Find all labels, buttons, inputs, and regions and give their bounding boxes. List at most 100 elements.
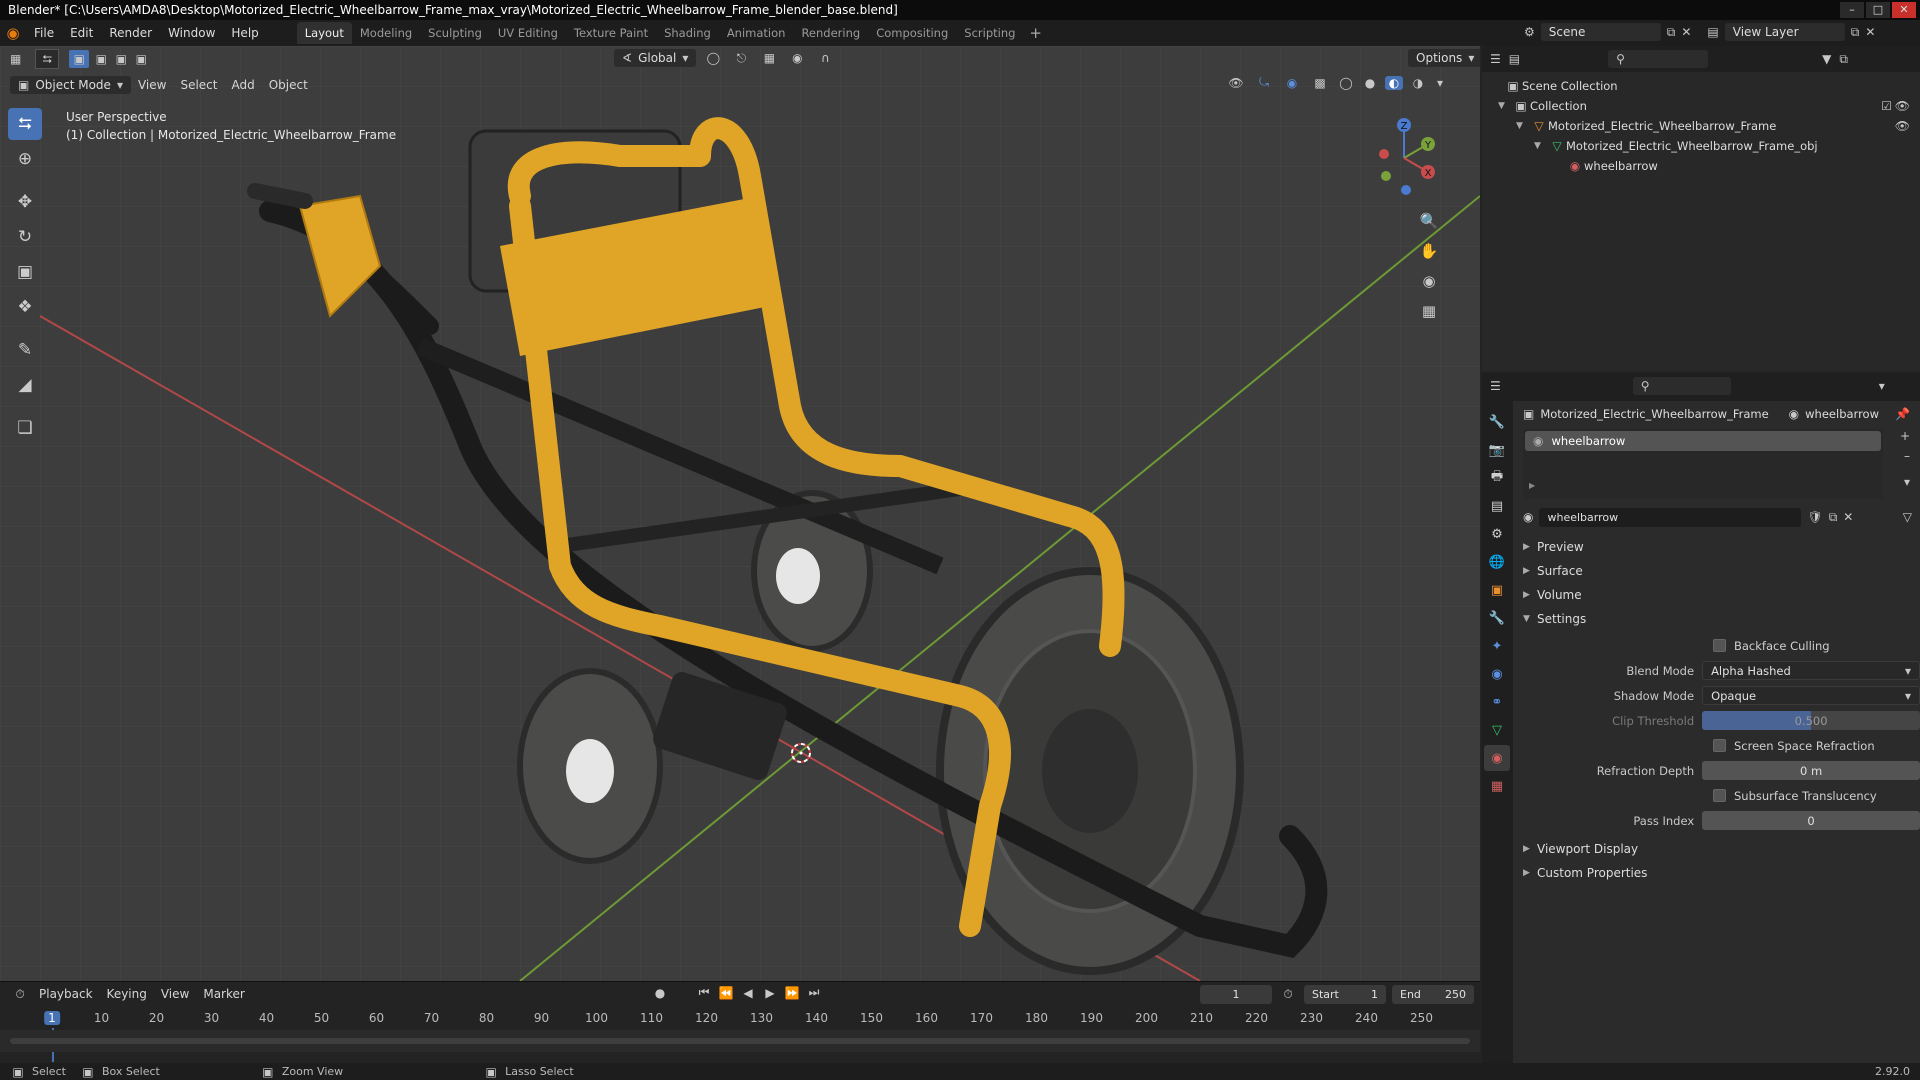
record-icon[interactable]: ● [650,986,670,1000]
menu-window[interactable]: Window [160,20,223,46]
pass-index-field[interactable]: 0 [1702,811,1920,830]
outliner-row-mesh[interactable]: ▼ ▽ Motorized_Electric_Wheelbarrow_Frame… [1482,136,1920,156]
panel-viewport-display[interactable]: ▶ Viewport Display [1513,837,1920,861]
jump-start-icon[interactable]: ⏮ [696,985,712,1000]
transform-orientation-selector[interactable]: ∢ Global ▾ [614,49,697,67]
menu-file[interactable]: File [26,20,62,46]
delete-view-layer-icon[interactable]: ✕ [1865,25,1875,39]
maximize-icon[interactable]: □ [1866,2,1890,18]
refraction-depth-field[interactable]: 0 m [1702,761,1920,780]
close-icon[interactable]: ✕ [1892,2,1916,18]
data-tab-icon[interactable]: ▽ [1484,717,1510,743]
node-tree-icon[interactable]: ▽ [1903,510,1912,524]
viewport-menu-view[interactable]: View [131,78,173,92]
new-view-layer-icon[interactable]: ⧉ [1851,25,1860,40]
new-selection-icon[interactable]: ▣ [69,50,90,68]
solid-shading-icon[interactable]: ● [1361,76,1379,90]
material-preview-icon[interactable]: ◐ [1385,75,1403,90]
end-frame-field[interactable]: End 250 [1392,985,1474,1004]
subsurface-translucency-checkbox[interactable] [1713,789,1726,802]
editor-type-icon[interactable]: ☰ [1490,52,1501,66]
remove-slot-icon[interactable]: – [1904,449,1910,463]
rotate-tool-icon[interactable]: ↻ [8,221,42,253]
browse-material-icon[interactable]: ◉ [1523,510,1533,524]
slot-specials-icon[interactable]: ▾ [1904,475,1910,489]
new-scene-icon[interactable]: ⧉ [1667,25,1676,40]
add-cube-tool-icon[interactable]: ❏ [8,412,42,444]
unlink-material-icon[interactable]: ✕ [1843,510,1853,524]
options-button[interactable]: Options ▾ [1408,49,1480,67]
timeline-ruler[interactable]: 1 10 20 30 40 50 60 70 80 90 100 110 120 130 140 150 160… [0,1008,1480,1062]
next-keyframe-icon[interactable]: ⏩ [784,986,800,1000]
visibility-icon[interactable]: 👁 [1895,116,1910,136]
delete-scene-icon[interactable]: ✕ [1681,25,1691,39]
minimize-icon[interactable]: – [1840,2,1864,18]
timeline-menu-keying[interactable]: Keying [100,987,154,1001]
tab-uv-editing[interactable]: UV Editing [490,22,566,44]
exclude-checkbox-icon[interactable]: ☑ [1881,96,1892,116]
zoom-view-icon[interactable]: 🔍 [1416,208,1442,234]
prev-keyframe-icon[interactable]: ⏪ [718,986,734,1000]
chevron-down-icon[interactable]: ▾ [1433,76,1447,90]
annotate-tool-icon[interactable]: ✎ [8,334,42,366]
camera-view-icon[interactable]: ◉ [1416,268,1442,294]
add-slot-icon[interactable]: + [1900,429,1910,443]
current-frame-marker[interactable]: 1 [44,1011,60,1025]
transform-tool-icon[interactable]: ❖ [8,291,42,323]
filter-icon[interactable]: ▼ [1822,52,1831,66]
falloff-icon[interactable]: ∩ [814,51,836,65]
outliner-row-collection[interactable]: ▼ ▣ Collection ☑ 👁 [1482,96,1920,116]
material-slot-row[interactable]: ◉ wheelbarrow [1525,431,1881,451]
material-name-field[interactable]: wheelbarrow [1539,507,1802,527]
current-frame-field[interactable]: 1 [1200,985,1272,1004]
material-tab-icon[interactable]: ◉ [1484,745,1510,771]
pin-icon[interactable]: 📌 [1895,407,1910,421]
clip-threshold-slider[interactable]: 0.500 [1702,711,1920,730]
wireframe-shading-icon[interactable]: ◯ [1337,76,1355,90]
backface-culling-checkbox[interactable] [1713,639,1726,652]
timeline-menu-view[interactable]: View [154,987,196,1001]
navigation-gizmo[interactable]: Z Y X 🔍 ✋ ◉ ▦ [1342,108,1462,368]
visibility-icon[interactable]: 👁 [1895,96,1910,116]
render-tab-icon[interactable]: 📷 [1484,437,1510,463]
preview-range-icon[interactable]: ⏱ [1278,987,1298,1002]
gizmo-toggle-icon[interactable]: ⤿ [1253,75,1275,90]
physics-tab-icon[interactable]: ◉ [1484,661,1510,687]
editor-type-icon[interactable]: ▦ [10,52,21,66]
timeline-scrollbar[interactable] [10,1038,1470,1044]
subtract-selection-icon[interactable]: ▣ [111,52,131,66]
timeline-menu-marker[interactable]: Marker [196,987,251,1001]
screen-space-refraction-checkbox[interactable] [1713,739,1726,752]
particles-tab-icon[interactable]: ✦ [1484,633,1510,659]
scene-tab-icon[interactable]: ⚙ [1484,521,1510,547]
outliner-search-field[interactable]: ⚲ [1608,50,1709,68]
snap-icon[interactable]: ⎋ [730,51,752,66]
select-box-tool-icon[interactable]: ⮀ [8,108,42,140]
jump-end-icon[interactable]: ⏭ [806,985,822,1000]
properties-search-field[interactable]: ⚲ [1632,377,1731,395]
menu-help[interactable]: Help [223,20,266,46]
scene-selector[interactable]: Scene [1540,23,1661,41]
play-icon[interactable]: ▶ [762,986,778,1000]
outliner-row-material[interactable]: ◉ wheelbarrow [1482,156,1920,176]
menu-edit[interactable]: Edit [62,20,101,46]
blend-mode-select[interactable]: Alpha Hashed ▾ [1702,661,1920,680]
menu-render[interactable]: Render [101,20,160,46]
toggle-projection-icon[interactable]: ▦ [1416,298,1442,324]
3d-viewport[interactable]: ▦ ⮀ ▣ ▣ ▣ ▣ ∢ Global ▾ ◯ ⎋ ▦ ◉ ∩ Options ▾ … [0,46,1480,981]
tab-animation[interactable]: Animation [719,22,794,44]
outliner-row-scene-collection[interactable]: ▣ Scene Collection [1482,76,1920,96]
panel-volume[interactable]: ▶ Volume [1513,583,1920,607]
snap-target-icon[interactable]: ▦ [758,51,780,65]
texture-tab-icon[interactable]: ▦ [1484,773,1510,799]
extend-selection-icon[interactable]: ▣ [91,52,111,66]
play-reverse-icon[interactable]: ◀ [740,986,756,1000]
scale-tool-icon[interactable]: ▣ [8,256,42,288]
proportional-edit-icon[interactable]: ◉ [786,51,808,65]
pivot-point-icon[interactable]: ◯ [702,51,724,65]
tab-rendering[interactable]: Rendering [793,22,868,44]
new-collection-icon[interactable]: ⧉ [1839,52,1848,67]
outliner-row-object[interactable]: ▼ ▽ Motorized_Electric_Wheelbarrow_Frame… [1482,116,1920,136]
breadcrumb-object[interactable]: Motorized_Electric_Wheelbarrow_Frame [1540,407,1768,421]
view-layer-tab-icon[interactable]: ▤ [1484,493,1510,519]
